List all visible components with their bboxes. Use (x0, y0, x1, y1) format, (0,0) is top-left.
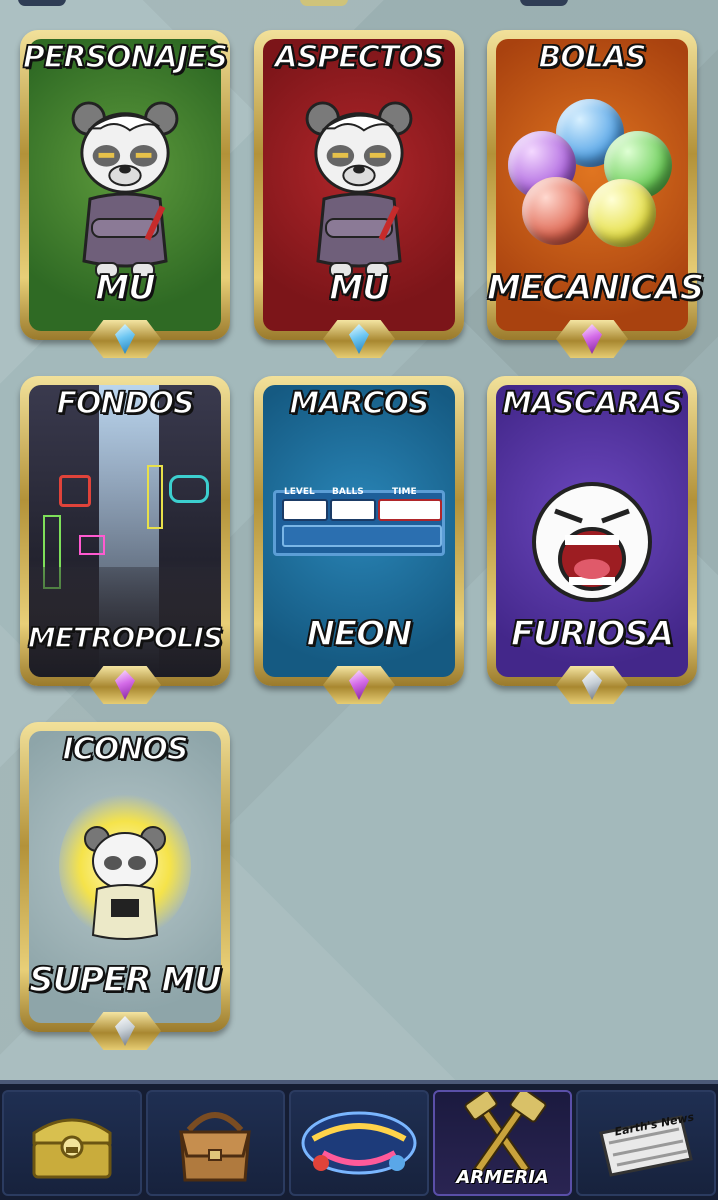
panda-head-icon (71, 101, 179, 194)
card-mascaras[interactable]: MASCARAS FURIOSA (487, 376, 697, 704)
level-label: LEVEL (284, 487, 315, 497)
tab-chest[interactable] (2, 1090, 142, 1196)
yellow-ball-icon (588, 179, 656, 247)
card-subtitle: METROPOLIS (27, 620, 224, 655)
red-ball-icon (522, 177, 590, 245)
card-iconos[interactable]: ICONOS SUPER MU (20, 722, 230, 1050)
time-box (378, 499, 442, 521)
card-title: MARCOS (289, 385, 431, 422)
card-title: ASPECTOS (274, 39, 445, 76)
card-fondos[interactable]: FONDOS METROPOLIS (20, 376, 230, 704)
card-title: BOLAS (538, 39, 648, 76)
rarity-gem-blue-icon (323, 320, 395, 358)
card-bolas[interactable]: BOLAS MECANICAS (486, 30, 705, 358)
panda-head-icon (305, 101, 413, 194)
level-box (282, 499, 328, 521)
balls-box (330, 499, 376, 521)
card-subtitle: SUPER MU (28, 959, 222, 1001)
rarity-gem-silver-icon (89, 1012, 161, 1050)
super-panda-icon (84, 826, 166, 940)
tab-game-logo[interactable] (289, 1090, 429, 1196)
card-marcos[interactable]: LEVEL BALLS TIME MARCOS NEON (254, 376, 464, 704)
rarity-gem-purple-icon (323, 666, 395, 704)
card-title: FONDOS (56, 385, 196, 422)
card-title: ICONOS (62, 731, 189, 768)
rarity-gem-purple-icon (89, 666, 161, 704)
game-logo-icon (301, 1111, 417, 1175)
card-personajes[interactable]: PERSONAJES MU (20, 30, 230, 358)
rarity-gem-blue-icon (89, 320, 161, 358)
rarity-gem-purple-icon (556, 320, 628, 358)
card-subtitle: MU (95, 267, 157, 309)
neon-sign-icon (169, 475, 209, 503)
bag-icon (179, 1112, 252, 1182)
neon-sign-icon (59, 475, 91, 507)
angry-mask-icon (532, 482, 652, 602)
balls-label: BALLS (332, 487, 364, 497)
neon-sign-icon (147, 465, 163, 529)
tab-news[interactable]: Earth's News (576, 1090, 716, 1196)
top-edge (0, 0, 718, 10)
tab-armeria[interactable]: ARMERIA (432, 1090, 573, 1196)
neon-frame-preview: LEVEL BALLS TIME (273, 487, 445, 556)
neon-sign-icon (79, 535, 105, 555)
tab-bag[interactable] (145, 1090, 286, 1196)
time-label: TIME (392, 487, 417, 497)
frame-bar (282, 525, 442, 547)
rarity-gem-silver-icon (556, 666, 628, 704)
card-subtitle: FURIOSA (510, 613, 675, 655)
treasure-chest-icon (32, 1118, 112, 1179)
card-subtitle: MECANICAS (486, 267, 705, 309)
tab-armeria-label: ARMERIA (456, 1167, 549, 1188)
card-aspectos[interactable]: ASPECTOS MU (254, 30, 464, 358)
card-subtitle: NEON (306, 613, 414, 655)
hammers-icon (464, 1092, 546, 1172)
card-title: PERSONAJES (22, 39, 229, 76)
card-subtitle: MU (329, 267, 391, 309)
card-title: MASCARAS (501, 385, 683, 422)
bottom-nav: ARMERIA Earth's News (0, 1080, 718, 1200)
